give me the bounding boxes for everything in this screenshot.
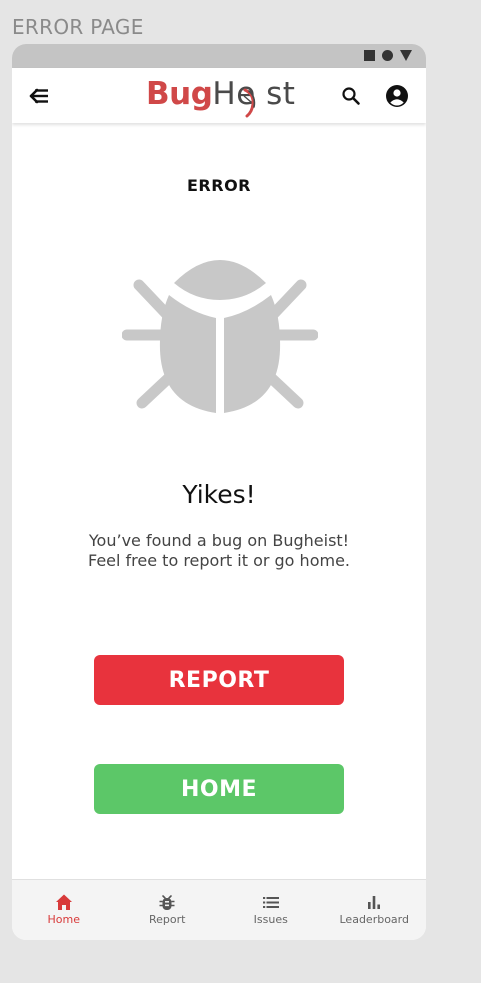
nav-item-report[interactable]: Report xyxy=(116,880,220,940)
bugheist-logo: Bug He st xyxy=(146,76,295,118)
page-label: ERROR PAGE xyxy=(12,15,144,39)
account-button[interactable] xyxy=(384,83,410,109)
bottom-navigation: Home Report Issues Leaderboard xyxy=(12,879,426,940)
bar-chart-icon xyxy=(368,896,381,909)
error-message: You’ve found a bug on Bugheist! Feel fre… xyxy=(12,531,426,571)
error-content: ERROR Yikes! You’ve found a bug on Bughe… xyxy=(12,123,426,880)
logo-mark-icon xyxy=(243,88,256,118)
home-icon xyxy=(55,894,72,910)
home-button[interactable]: HOME xyxy=(94,764,344,814)
report-button[interactable]: REPORT xyxy=(94,655,344,705)
nav-item-issues[interactable]: Issues xyxy=(219,880,323,940)
search-button[interactable] xyxy=(339,84,363,108)
nav-item-home[interactable]: Home xyxy=(12,880,116,940)
nav-label-home: Home xyxy=(47,913,80,926)
back-button[interactable] xyxy=(26,83,52,109)
status-icons xyxy=(364,50,412,61)
nav-label-leaderboard: Leaderboard xyxy=(339,913,409,926)
nav-item-leaderboard[interactable]: Leaderboard xyxy=(323,880,427,940)
page-title: ERROR xyxy=(187,176,251,195)
bug-icon xyxy=(159,895,175,910)
nav-label-report: Report xyxy=(149,913,186,926)
status-bar xyxy=(12,44,426,68)
triangle-icon xyxy=(400,50,412,61)
logo-bug-text: Bug xyxy=(146,76,213,112)
search-icon xyxy=(342,87,360,105)
error-message-line-2: Feel free to report it or go home. xyxy=(87,551,350,570)
bug-illustration-icon xyxy=(122,260,318,413)
app-bar: Bug He st xyxy=(12,68,426,123)
error-heading: Yikes! xyxy=(182,480,256,509)
square-icon xyxy=(364,50,375,61)
account-circle-icon xyxy=(386,85,408,107)
list-icon xyxy=(262,897,279,908)
phone-frame: Bug He st ERROR Yikes! You’ve found a bu… xyxy=(12,44,426,940)
error-message-line-1: You’ve found a bug on Bugheist! xyxy=(88,531,350,550)
menu-open-icon xyxy=(29,88,48,104)
nav-label-issues: Issues xyxy=(253,913,288,926)
circle-icon xyxy=(382,50,393,61)
